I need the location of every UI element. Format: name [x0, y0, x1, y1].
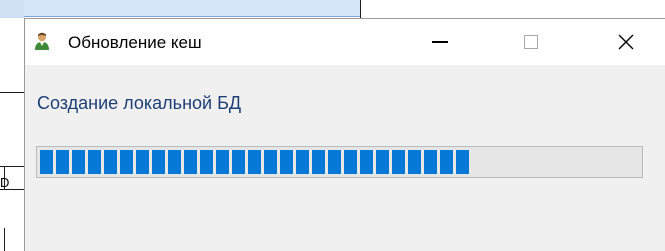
background-partial-text: D: [0, 175, 10, 190]
progress-fill: [40, 150, 469, 174]
background-selection-corner: [0, 0, 24, 18]
close-icon: [618, 34, 634, 50]
background-window-left: [0, 0, 24, 251]
progress-dialog: Обновление кеш Создание локальной БД: [24, 18, 665, 251]
title-bar[interactable]: Обновление кеш: [25, 19, 665, 65]
background-selected-cell: [24, 0, 361, 17]
close-button[interactable]: [603, 19, 649, 65]
progress-bar: [36, 146, 643, 178]
minimize-icon: [432, 41, 448, 43]
window-title: Обновление кеш: [68, 33, 202, 52]
user-icon: [34, 32, 50, 50]
background-cell-border: [4, 228, 5, 251]
background-divider: [360, 0, 361, 18]
status-label: Создание локальной БД: [37, 93, 242, 113]
maximize-button[interactable]: [508, 19, 554, 65]
maximize-icon: [524, 35, 538, 49]
background-gridline: [0, 92, 24, 93]
minimize-button[interactable]: [417, 19, 463, 65]
